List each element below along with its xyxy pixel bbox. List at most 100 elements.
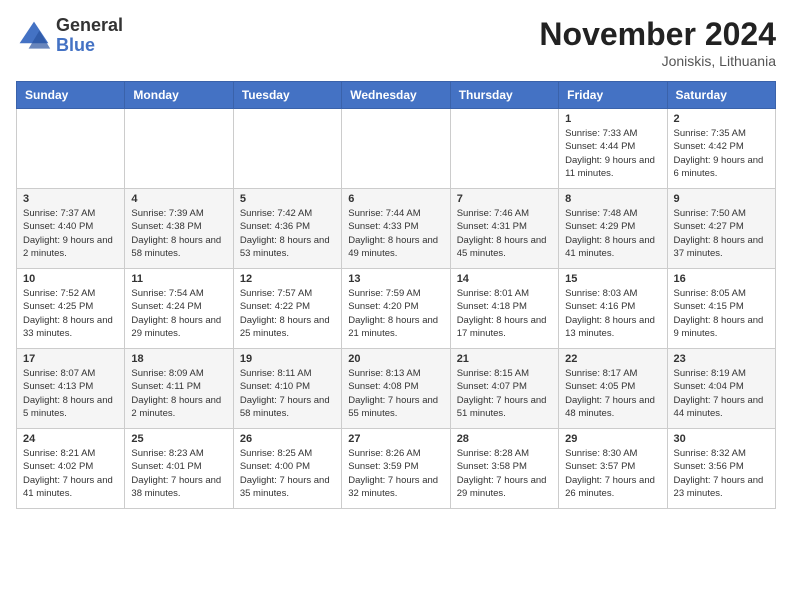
calendar-cell: 11 Sunrise: 7:54 AM Sunset: 4:24 PM Dayli… (125, 269, 233, 349)
calendar-cell: 2 Sunrise: 7:35 AM Sunset: 4:42 PM Daylig… (667, 109, 775, 189)
month-title: November 2024 (539, 16, 776, 53)
day-info: Sunrise: 8:30 AM Sunset: 3:57 PM Dayligh… (565, 447, 660, 500)
day-number: 26 (240, 433, 335, 445)
day-number: 28 (457, 433, 552, 445)
day-number: 11 (131, 273, 226, 285)
day-number: 25 (131, 433, 226, 445)
day-of-week-header: Saturday (667, 82, 775, 109)
day-number: 13 (348, 273, 443, 285)
calendar-cell: 17Sunrise: 8:07 AM Sunset: 4:13 PM Dayli… (17, 349, 125, 429)
calendar-cell: 26 Sunrise: 8:25 AM Sunset: 4:00 PM Dayli… (233, 429, 341, 509)
day-info: Sunrise: 8:03 AM Sunset: 4:16 PM Dayligh… (565, 287, 660, 340)
day-number: 1 (565, 113, 660, 125)
day-info: Sunrise: 7:44 AM Sunset: 4:33 PM Dayligh… (348, 207, 443, 260)
day-info: Sunrise: 7:46 AM Sunset: 4:31 PM Dayligh… (457, 207, 552, 260)
calendar-cell: 8Sunrise: 7:48 AM Sunset: 4:29 PM Daylig… (559, 189, 667, 269)
day-number: 23 (674, 353, 769, 365)
calendar-cell: 19 Sunrise: 8:11 AM Sunset: 4:10 PM Dayli… (233, 349, 341, 429)
calendar-cell: 21Sunrise: 8:15 AM Sunset: 4:07 PM Dayli… (450, 349, 558, 429)
day-info: Sunrise: 7:52 AM Sunset: 4:25 PM Dayligh… (23, 287, 118, 340)
day-of-week-header: Tuesday (233, 82, 341, 109)
calendar-cell (233, 109, 341, 189)
day-info: Sunrise: 8:32 AM Sunset: 3:56 PM Dayligh… (674, 447, 769, 500)
day-number: 20 (348, 353, 443, 365)
calendar-cell: 9 Sunrise: 7:50 AM Sunset: 4:27 PM Daylig… (667, 189, 775, 269)
day-info: Sunrise: 7:57 AM Sunset: 4:22 PM Dayligh… (240, 287, 335, 340)
calendar-cell (125, 109, 233, 189)
calendar-cell: 1 Sunrise: 7:33 AM Sunset: 4:44 PM Daylig… (559, 109, 667, 189)
day-of-week-header: Sunday (17, 82, 125, 109)
day-info: Sunrise: 8:25 AM Sunset: 4:00 PM Dayligh… (240, 447, 335, 500)
day-info: Sunrise: 8:17 AM Sunset: 4:05 PM Dayligh… (565, 367, 660, 420)
day-number: 19 (240, 353, 335, 365)
calendar-cell: 13Sunrise: 7:59 AM Sunset: 4:20 PM Dayli… (342, 269, 450, 349)
day-number: 10 (23, 273, 118, 285)
calendar-week-row: 17Sunrise: 8:07 AM Sunset: 4:13 PM Dayli… (17, 349, 776, 429)
calendar-cell: 30 Sunrise: 8:32 AM Sunset: 3:56 PM Dayli… (667, 429, 775, 509)
day-info: Sunrise: 7:42 AM Sunset: 4:36 PM Dayligh… (240, 207, 335, 260)
day-info: Sunrise: 7:50 AM Sunset: 4:27 PM Dayligh… (674, 207, 769, 260)
calendar-cell: 27 Sunrise: 8:26 AM Sunset: 3:59 PM Dayli… (342, 429, 450, 509)
day-of-week-header: Wednesday (342, 82, 450, 109)
day-number: 12 (240, 273, 335, 285)
day-info: Sunrise: 8:13 AM Sunset: 4:08 PM Dayligh… (348, 367, 443, 420)
day-number: 22 (565, 353, 660, 365)
calendar-cell: 28 Sunrise: 8:28 AM Sunset: 3:58 PM Dayli… (450, 429, 558, 509)
calendar-week-row: 10 Sunrise: 7:52 AM Sunset: 4:25 PM Dayli… (17, 269, 776, 349)
calendar-week-row: 1 Sunrise: 7:33 AM Sunset: 4:44 PM Daylig… (17, 109, 776, 189)
day-number: 29 (565, 433, 660, 445)
calendar-cell (17, 109, 125, 189)
day-number: 15 (565, 273, 660, 285)
day-info: Sunrise: 8:28 AM Sunset: 3:58 PM Dayligh… (457, 447, 552, 500)
logo: General Blue (16, 16, 123, 56)
day-number: 18 (131, 353, 226, 365)
calendar-cell: 16 Sunrise: 8:05 AM Sunset: 4:15 PM Dayli… (667, 269, 775, 349)
calendar-cell: 29 Sunrise: 8:30 AM Sunset: 3:57 PM Dayli… (559, 429, 667, 509)
calendar-cell: 15 Sunrise: 8:03 AM Sunset: 4:16 PM Dayli… (559, 269, 667, 349)
day-number: 5 (240, 193, 335, 205)
day-info: Sunrise: 8:23 AM Sunset: 4:01 PM Dayligh… (131, 447, 226, 500)
day-number: 16 (674, 273, 769, 285)
calendar-cell: 18 Sunrise: 8:09 AM Sunset: 4:11 PM Dayli… (125, 349, 233, 429)
calendar-cell: 7 Sunrise: 7:46 AM Sunset: 4:31 PM Daylig… (450, 189, 558, 269)
page-header: General Blue November 2024 Joniskis, Lit… (16, 16, 776, 69)
day-number: 21 (457, 353, 552, 365)
calendar-cell: 14 Sunrise: 8:01 AM Sunset: 4:18 PM Dayli… (450, 269, 558, 349)
day-info: Sunrise: 8:05 AM Sunset: 4:15 PM Dayligh… (674, 287, 769, 340)
calendar-cell: 25 Sunrise: 8:23 AM Sunset: 4:01 PM Dayli… (125, 429, 233, 509)
day-info: Sunrise: 8:07 AM Sunset: 4:13 PM Dayligh… (23, 367, 118, 420)
day-info: Sunrise: 8:11 AM Sunset: 4:10 PM Dayligh… (240, 367, 335, 420)
calendar-cell: 12 Sunrise: 7:57 AM Sunset: 4:22 PM Dayli… (233, 269, 341, 349)
day-number: 3 (23, 193, 118, 205)
day-info: Sunrise: 7:37 AM Sunset: 4:40 PM Dayligh… (23, 207, 118, 260)
calendar-header-row: SundayMondayTuesdayWednesdayThursdayFrid… (17, 82, 776, 109)
day-info: Sunrise: 7:54 AM Sunset: 4:24 PM Dayligh… (131, 287, 226, 340)
day-info: Sunrise: 8:09 AM Sunset: 4:11 PM Dayligh… (131, 367, 226, 420)
day-number: 9 (674, 193, 769, 205)
day-number: 24 (23, 433, 118, 445)
day-number: 4 (131, 193, 226, 205)
calendar-cell: 5 Sunrise: 7:42 AM Sunset: 4:36 PM Daylig… (233, 189, 341, 269)
calendar-cell: 4Sunrise: 7:39 AM Sunset: 4:38 PM Daylig… (125, 189, 233, 269)
day-info: Sunrise: 8:26 AM Sunset: 3:59 PM Dayligh… (348, 447, 443, 500)
day-number: 14 (457, 273, 552, 285)
day-number: 7 (457, 193, 552, 205)
day-of-week-header: Thursday (450, 82, 558, 109)
calendar-cell: 22 Sunrise: 8:17 AM Sunset: 4:05 PM Dayli… (559, 349, 667, 429)
calendar-cell: 23 Sunrise: 8:19 AM Sunset: 4:04 PM Dayli… (667, 349, 775, 429)
day-number: 30 (674, 433, 769, 445)
day-number: 6 (348, 193, 443, 205)
day-info: Sunrise: 7:33 AM Sunset: 4:44 PM Dayligh… (565, 127, 660, 180)
day-number: 2 (674, 113, 769, 125)
calendar-cell: 6 Sunrise: 7:44 AM Sunset: 4:33 PM Daylig… (342, 189, 450, 269)
day-info: Sunrise: 8:19 AM Sunset: 4:04 PM Dayligh… (674, 367, 769, 420)
calendar-cell: 20 Sunrise: 8:13 AM Sunset: 4:08 PM Dayli… (342, 349, 450, 429)
day-info: Sunrise: 8:01 AM Sunset: 4:18 PM Dayligh… (457, 287, 552, 340)
day-info: Sunrise: 7:48 AM Sunset: 4:29 PM Dayligh… (565, 207, 660, 260)
day-of-week-header: Monday (125, 82, 233, 109)
day-info: Sunrise: 7:35 AM Sunset: 4:42 PM Dayligh… (674, 127, 769, 180)
logo-text: General Blue (56, 16, 123, 56)
calendar-table: SundayMondayTuesdayWednesdayThursdayFrid… (16, 81, 776, 509)
calendar-week-row: 3 Sunrise: 7:37 AM Sunset: 4:40 PM Daylig… (17, 189, 776, 269)
day-number: 27 (348, 433, 443, 445)
